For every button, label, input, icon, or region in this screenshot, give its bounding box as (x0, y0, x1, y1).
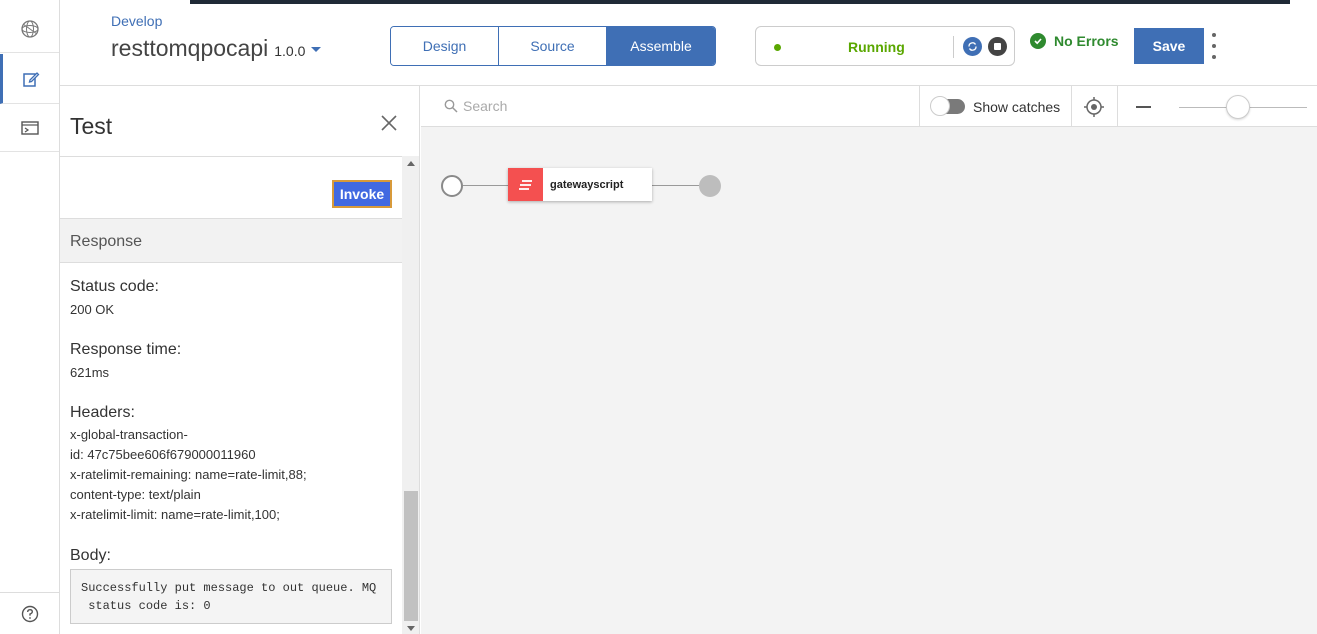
status-code-label: Status code: (70, 278, 159, 295)
flow-connector (463, 185, 508, 186)
close-icon[interactable] (380, 114, 398, 132)
status-code-value: 200 OK (70, 302, 115, 317)
left-rail (0, 0, 60, 634)
headers-list: x-global-transaction- id: 47c75bee606f67… (70, 425, 307, 525)
canvas-toolbar: Show catches (421, 86, 1317, 127)
search-icon (444, 99, 458, 113)
test-panel: Test Invoke Response Status code: 200 OK… (60, 86, 420, 634)
rail-help[interactable] (0, 592, 59, 634)
status-dot (774, 44, 781, 51)
response-time-label: Response time: (70, 341, 182, 358)
zoom-out-icon[interactable] (1136, 106, 1151, 108)
invoke-button[interactable]: Invoke (332, 180, 392, 208)
api-name: resttomqpocapi (111, 35, 269, 61)
flow-start-node (441, 175, 463, 197)
scroll-down-icon[interactable] (407, 626, 415, 631)
panel-title: Test (70, 113, 113, 139)
flow-connector (652, 185, 699, 186)
headers-label: Headers: (70, 404, 135, 421)
toolbar-separator (1117, 86, 1118, 127)
flow-end-node (699, 175, 721, 197)
api-title: resttomqpocapi 1.0.0 (111, 35, 322, 62)
chevron-down-icon[interactable] (311, 47, 322, 53)
response-heading[interactable]: Response (60, 218, 402, 263)
breadcrumb[interactable]: Develop (111, 13, 162, 29)
check-icon (1030, 33, 1046, 49)
header-line: x-ratelimit-limit: name=rate-limit,100; (70, 507, 280, 522)
status-separator (953, 36, 954, 58)
body-value: Successfully put message to out queue. M… (70, 569, 392, 624)
rail-develop[interactable] (0, 54, 59, 104)
scroll-thumb[interactable] (404, 491, 418, 621)
refresh-icon (968, 42, 977, 51)
panel-divider (60, 156, 402, 157)
api-connect-logo-icon (20, 19, 39, 38)
tab-design[interactable]: Design (391, 27, 499, 65)
more-options-icon[interactable] (1208, 33, 1220, 59)
response-heading-label: Response (70, 233, 143, 250)
view-tabs: Design Source Assemble (390, 26, 716, 66)
tab-source[interactable]: Source (499, 27, 607, 65)
assembly-canvas[interactable]: Show catches gatewayscript (421, 86, 1317, 634)
policy-label: gatewayscript (550, 178, 624, 191)
save-button[interactable]: Save (1134, 28, 1204, 64)
toolbar-separator (919, 86, 920, 127)
status-text: Running (848, 39, 905, 55)
header-line: x-ratelimit-remaining: name=rate-limit,8… (70, 467, 307, 482)
tab-assemble[interactable]: Assemble (607, 27, 715, 65)
header-line: id: 47c75bee606f679000011960 (70, 447, 256, 462)
rail-home[interactable] (0, 5, 59, 53)
zoom-slider-handle[interactable] (1226, 95, 1250, 119)
search-input[interactable] (463, 95, 903, 117)
locate-icon[interactable] (1083, 96, 1105, 118)
validation-status[interactable]: No Errors (1030, 33, 1119, 49)
panel-scrollbar[interactable] (402, 156, 419, 634)
terminal-icon (20, 120, 39, 135)
response-time-value: 621ms (70, 365, 110, 380)
validation-text: No Errors (1054, 33, 1119, 49)
show-catches-label: Show catches (973, 99, 1061, 115)
edit-icon (23, 71, 40, 87)
stop-button[interactable] (988, 37, 1007, 56)
header-line: content-type: text/plain (70, 487, 201, 502)
gatewayscript-policy[interactable]: gatewayscript (508, 168, 652, 201)
rail-test[interactable] (0, 104, 59, 152)
header: Develop resttomqpocapi 1.0.0 Design Sourc… (60, 5, 1317, 86)
header-line: x-global-transaction- (70, 427, 188, 442)
scroll-up-icon[interactable] (407, 161, 415, 166)
gatewayscript-icon (508, 168, 543, 201)
gateway-status: Running (755, 26, 1015, 66)
show-catches-toggle[interactable] (930, 96, 965, 116)
help-icon (21, 605, 38, 622)
sync-button[interactable] (963, 37, 982, 56)
toolbar-separator (1071, 86, 1072, 127)
api-version[interactable]: 1.0.0 (274, 43, 305, 59)
body-label: Body: (70, 547, 111, 564)
stop-icon (994, 43, 1001, 50)
